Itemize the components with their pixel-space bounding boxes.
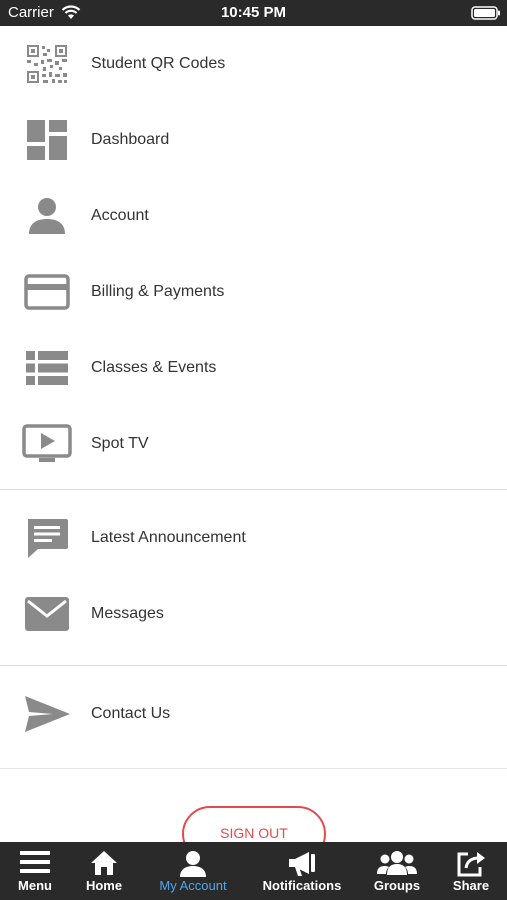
sign-out-button[interactable]: SIGN OUT	[182, 806, 326, 842]
person-icon	[22, 194, 72, 238]
menu-item-label: Messages	[91, 605, 164, 622]
menu-item-label: Spot TV	[91, 435, 149, 452]
menu-item-label: Contact Us	[91, 705, 171, 722]
battery-icon	[471, 6, 501, 25]
tv-play-icon	[22, 422, 72, 466]
tab-home[interactable]: Home	[70, 842, 138, 900]
home-icon	[90, 850, 118, 881]
menu-item-label: Classes & Events	[91, 359, 217, 376]
list-icon	[22, 346, 72, 390]
envelope-icon	[22, 592, 72, 636]
tab-label: Groups	[373, 878, 421, 893]
sign-out-section: SIGN OUT	[0, 768, 507, 842]
qr-code-icon	[22, 42, 72, 86]
tab-label: Notifications	[262, 878, 342, 893]
menu-item-student-qr-codes[interactable]: Student QR Codes	[0, 26, 507, 102]
menu-item-billing-payments[interactable]: Billing & Payments	[0, 254, 507, 330]
tab-notifications[interactable]: Notifications	[258, 842, 346, 900]
hamburger-menu-icon	[20, 850, 50, 879]
tab-my-account[interactable]: My Account	[150, 842, 236, 900]
menu-item-account[interactable]: Account	[0, 178, 507, 254]
status-time: 10:45 PM	[220, 4, 287, 21]
status-bar: Carrier 10:45 PM	[0, 0, 507, 26]
menu-item-label: Billing & Payments	[91, 283, 225, 300]
menu-item-messages[interactable]: Messages	[0, 576, 507, 652]
menu-item-contact-us[interactable]: Contact Us	[0, 676, 507, 752]
account-menu: Student QR Codes Dashboard Account Billi…	[0, 26, 507, 752]
dashboard-icon	[22, 118, 72, 162]
menu-item-dashboard[interactable]: Dashboard	[0, 102, 507, 178]
chat-bubble-icon	[22, 516, 72, 560]
tab-menu[interactable]: Menu	[0, 842, 70, 900]
menu-item-latest-announcement[interactable]: Latest Announcement	[0, 500, 507, 576]
tab-label: Menu	[18, 878, 52, 893]
menu-item-label: Student QR Codes	[91, 55, 226, 72]
tab-groups[interactable]: Groups	[364, 842, 430, 900]
menu-item-label: Dashboard	[91, 131, 170, 148]
menu-item-label: Account	[91, 207, 149, 224]
tab-share[interactable]: Share	[445, 842, 497, 900]
groups-icon	[377, 850, 417, 881]
menu-item-label: Latest Announcement	[91, 529, 246, 546]
send-icon	[22, 692, 72, 736]
menu-item-spot-tv[interactable]: Spot TV	[0, 406, 507, 482]
tab-label: Home	[85, 878, 123, 893]
tab-bar: Menu Home My Account Notifications Group…	[0, 842, 507, 900]
menu-item-classes-events[interactable]: Classes & Events	[0, 330, 507, 406]
tab-label: My Account	[159, 878, 227, 893]
tab-label: Share	[452, 878, 490, 893]
credit-card-icon	[22, 270, 72, 314]
